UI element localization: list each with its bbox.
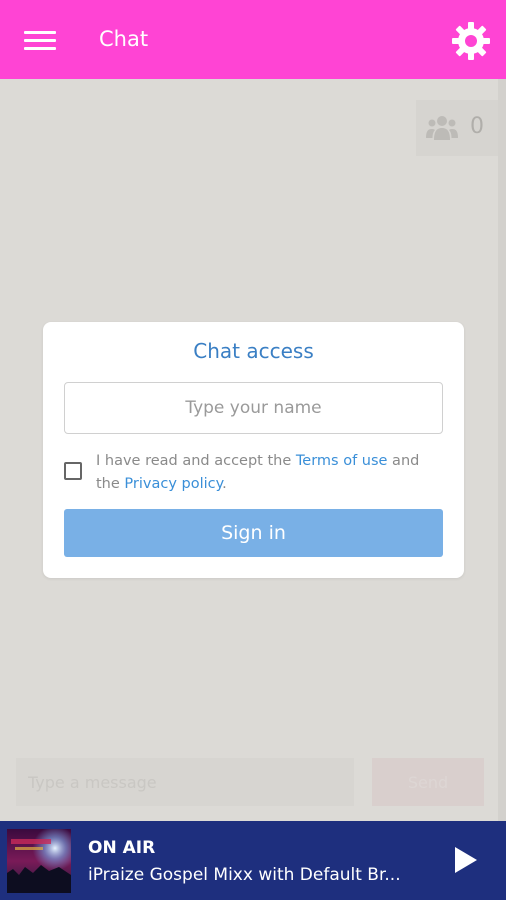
name-input[interactable] [64, 382, 443, 434]
scrollbar[interactable] [498, 79, 506, 821]
chat-area: 0 Chat access I have read and accept the… [0, 79, 506, 821]
app-header: Chat [0, 0, 506, 79]
send-button[interactable]: Send [372, 758, 484, 806]
terms-of-use-link[interactable]: Terms of use [296, 453, 388, 469]
accept-terms-checkbox[interactable] [64, 462, 82, 480]
group-icon [426, 116, 458, 140]
radio-player-bar: ON AIR iPraize Gospel Mixx with Default … [0, 821, 506, 900]
message-input[interactable] [16, 758, 354, 806]
album-art [7, 829, 71, 893]
dialog-title: Chat access [193, 339, 314, 363]
page-title: Chat [99, 27, 149, 51]
online-users-badge[interactable]: 0 [416, 100, 498, 156]
chat-access-dialog: Chat access I have read and accept the T… [43, 322, 464, 578]
terms-prefix: I have read and accept the [96, 453, 296, 469]
terms-suffix: . [222, 476, 227, 492]
sign-in-button[interactable]: Sign in [64, 509, 443, 557]
track-title: iPraize Gospel Mixx with Default Br... [88, 865, 401, 885]
hamburger-menu-icon[interactable] [24, 29, 56, 53]
play-icon[interactable] [452, 845, 480, 875]
on-air-label: ON AIR [88, 838, 156, 858]
online-users-count: 0 [470, 114, 484, 139]
privacy-policy-link[interactable]: Privacy policy [124, 476, 222, 492]
terms-text: I have read and accept the Terms of use … [96, 450, 446, 496]
gear-icon[interactable] [451, 21, 491, 61]
